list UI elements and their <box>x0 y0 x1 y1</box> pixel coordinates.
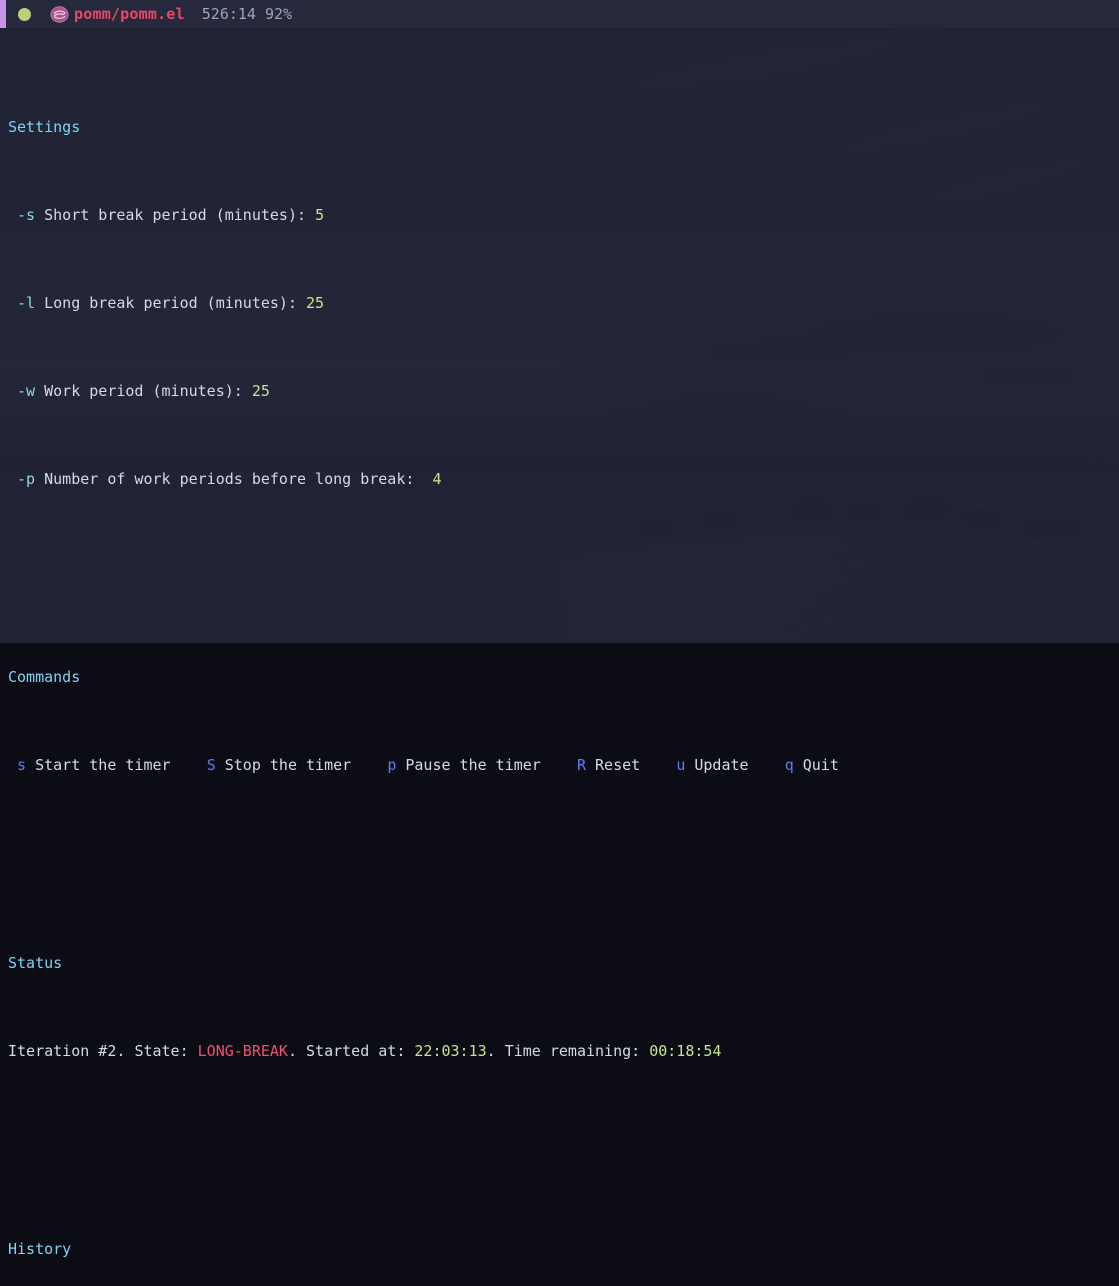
command-label-reset[interactable]: Reset <box>595 756 640 774</box>
command-key-quit[interactable]: q <box>785 756 794 774</box>
commands-row: s Start the timer S Stop the timer p Pau… <box>0 754 1119 776</box>
tab-bar: pomm/pomm.el 526:14 92% <box>0 0 1119 28</box>
cursor-position-indicator: 526:14 92% <box>202 5 292 23</box>
command-label-quit[interactable]: Quit <box>803 756 839 774</box>
command-key-start[interactable]: s <box>17 756 26 774</box>
command-label-stop[interactable]: Stop the timer <box>225 756 351 774</box>
setting-value: 25 <box>306 294 324 312</box>
setting-flag: -s <box>17 206 35 224</box>
status-badge: LONG-BREAK <box>198 1042 288 1060</box>
status-state-label: State: <box>134 1042 188 1060</box>
status-dot <box>18 8 31 21</box>
setting-value: 5 <box>315 206 324 224</box>
setting-label: Short break period (minutes): <box>44 206 306 224</box>
setting-flag: -p <box>17 470 35 488</box>
emacs-icon <box>50 5 69 24</box>
command-key-stop[interactable]: S <box>207 756 216 774</box>
command-key-reset[interactable]: R <box>577 756 586 774</box>
setting-label: Number of work periods before long break… <box>44 470 414 488</box>
setting-flag: -w <box>17 382 35 400</box>
status-remaining-label: Time remaining: <box>505 1042 640 1060</box>
blank-line <box>0 842 1119 864</box>
tab-title[interactable]: pomm/pomm.el <box>74 5 185 23</box>
status-started-value: 22:03:13 <box>414 1042 486 1060</box>
setting-row-work-period: -w Work period (minutes): 25 <box>0 380 1119 402</box>
status-heading: Status <box>0 952 1119 974</box>
setting-flag: -l <box>17 294 35 312</box>
setting-row-periods-before-long-break: -p Number of work periods before long br… <box>0 468 1119 490</box>
setting-value: 25 <box>252 382 270 400</box>
command-key-update[interactable]: u <box>676 756 685 774</box>
setting-label: Long break period (minutes): <box>44 294 297 312</box>
status-started-label: Started at: <box>306 1042 405 1060</box>
setting-value: 4 <box>432 470 441 488</box>
terminal-window: pomm/pomm.el 526:14 92% Settings -s Shor… <box>0 0 1119 643</box>
terminal-content: Settings -s Short break period (minutes)… <box>0 28 1119 1286</box>
setting-row-long-break: -l Long break period (minutes): 25 <box>0 292 1119 314</box>
setting-row-short-break: -s Short break period (minutes): 5 <box>0 204 1119 226</box>
history-heading: History <box>0 1238 1119 1260</box>
commands-heading: Commands <box>0 666 1119 688</box>
status-remaining-value: 00:18:54 <box>649 1042 721 1060</box>
command-key-pause[interactable]: p <box>387 756 396 774</box>
setting-label: Work period (minutes): <box>44 382 243 400</box>
command-label-start[interactable]: Start the timer <box>35 756 170 774</box>
status-iteration: Iteration #2. <box>8 1042 125 1060</box>
blank-line <box>0 1128 1119 1150</box>
command-label-update[interactable]: Update <box>694 756 748 774</box>
blank-line <box>0 556 1119 578</box>
tab-accent-bar <box>0 0 6 28</box>
command-label-pause[interactable]: Pause the timer <box>405 756 540 774</box>
settings-heading: Settings <box>0 116 1119 138</box>
status-line: Iteration #2. State: LONG-BREAK. Started… <box>0 1040 1119 1062</box>
